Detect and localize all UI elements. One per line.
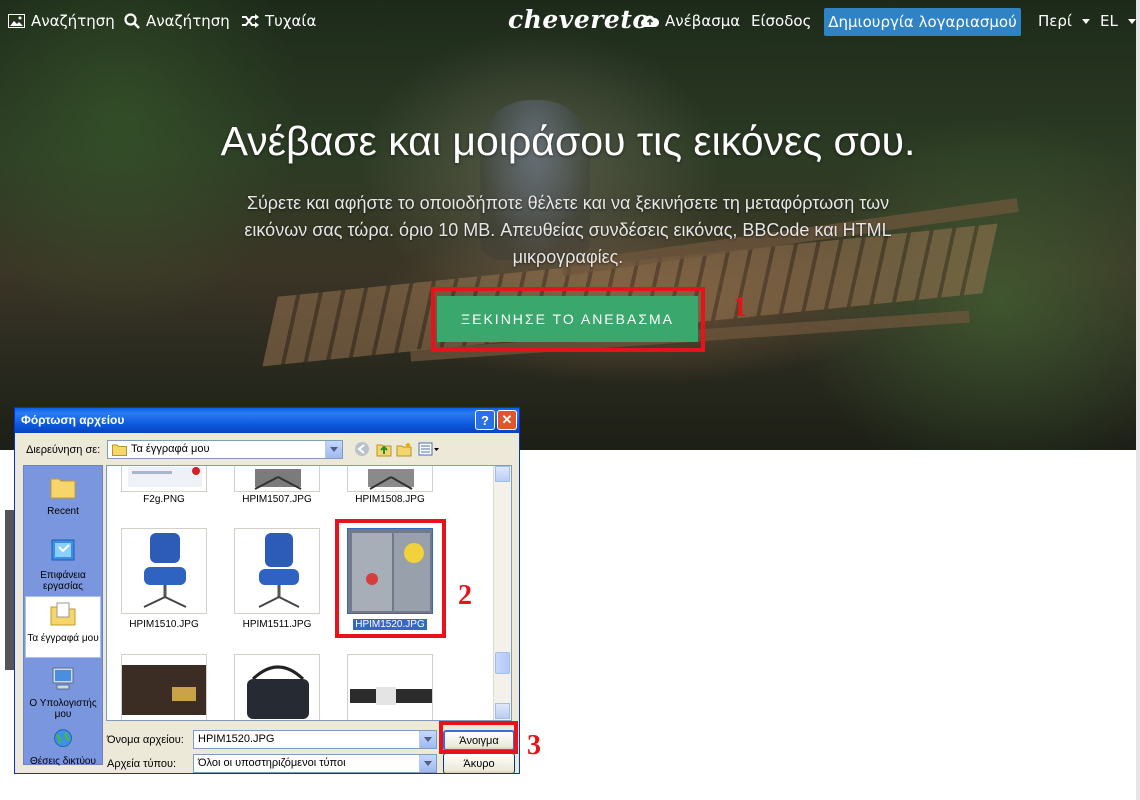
file-thumb[interactable]	[121, 466, 207, 492]
annotation-box-1	[431, 287, 705, 352]
annotation-box-3	[439, 721, 518, 754]
computer-icon	[52, 667, 74, 690]
nav-login-link[interactable]: Είσοδος	[751, 12, 811, 30]
up-folder-icon[interactable]	[376, 441, 392, 457]
dropdown-arrow-icon[interactable]	[325, 441, 342, 458]
file-name[interactable]: HPIM1508.JPG	[340, 494, 440, 505]
file-list: F2g.PNG HPIM1507.JPG HPIM1508.JPG HPIM15…	[106, 465, 512, 721]
filetype-label: Αρχεία τύπου:	[107, 758, 177, 770]
scroll-down-icon[interactable]	[495, 703, 510, 719]
file-thumbnail-image	[128, 467, 202, 487]
nav-random-link[interactable]: Τυχαία	[241, 12, 316, 30]
nav-search-label: Αναζήτηση	[146, 12, 230, 30]
place-network[interactable]: Θέσεις δικτύου	[25, 728, 101, 767]
file-thumbnail-image	[258, 533, 300, 608]
look-in-label: Διερεύνηση σε:	[26, 444, 101, 456]
hero-subtitle: Σύρετε και αφήστε το οποιοδήποτε θέλετε …	[244, 193, 892, 267]
recent-folder-icon	[50, 478, 76, 499]
desktop-icon	[51, 539, 75, 561]
shuffle-icon	[242, 14, 259, 28]
dropdown-arrow-icon[interactable]	[419, 731, 436, 748]
place-label: Ο Υπολογιστής μου	[29, 698, 97, 720]
site-logo[interactable]: chevereto	[508, 5, 650, 34]
close-button[interactable]: ✕	[497, 410, 517, 430]
folder-icon	[112, 444, 127, 456]
file-thumb[interactable]	[234, 528, 320, 614]
file-thumbnail-image	[122, 665, 206, 715]
cancel-button[interactable]: Άκυρο	[443, 753, 515, 774]
filetype-dropdown[interactable]: Όλοι οι υποστηριζόμενοι τύποι	[193, 754, 437, 773]
new-folder-icon[interactable]	[396, 441, 412, 457]
file-thumbnail-image	[247, 665, 309, 719]
filename-label: Όνομα αρχείου:	[107, 734, 184, 746]
nav-login-label: Είσοδος	[751, 12, 812, 30]
file-thumb[interactable]	[234, 466, 320, 492]
scroll-up-icon[interactable]	[495, 466, 510, 482]
caret-down-icon	[1127, 18, 1136, 24]
top-navbar: Αναζήτηση Αναζήτηση Τυχαία chevereto Ανέ…	[0, 0, 1136, 44]
annotation-box-2	[335, 519, 446, 638]
file-thumbnail-image	[350, 687, 432, 705]
filetype-value: Όλοι οι υποστηριζόμενοι τύποι	[198, 757, 346, 769]
place-label: Επιφάνεια εργασίας	[40, 570, 86, 592]
search-icon	[124, 13, 140, 29]
file-name[interactable]: HPIM1507.JPG	[227, 494, 327, 505]
file-name[interactable]: HPIM1510.JPG	[114, 619, 214, 630]
file-thumb[interactable]	[121, 528, 207, 614]
place-label: Recent	[47, 506, 79, 517]
network-globe-icon	[54, 729, 72, 748]
nav-language-label: EL	[1100, 12, 1118, 30]
file-thumbnail-image	[368, 469, 414, 490]
file-thumbnail-image	[254, 469, 302, 490]
caret-down-icon	[1081, 18, 1090, 24]
nav-search-link[interactable]: Αναζήτηση	[124, 12, 230, 30]
file-list-scrollbar[interactable]	[493, 466, 511, 720]
file-thumb[interactable]	[347, 654, 433, 720]
annotation-number-3: 3	[527, 730, 541, 761]
background-image-edge	[5, 510, 14, 670]
annotation-number-2: 2	[458, 580, 472, 611]
nav-about-dropdown[interactable]: Περί	[1038, 12, 1090, 30]
file-name[interactable]: F2g.PNG	[114, 494, 214, 505]
cloud-upload-icon	[641, 15, 659, 27]
filename-value: HPIM1520.JPG	[198, 733, 275, 745]
file-thumbnail-image	[143, 533, 187, 608]
nav-images-link[interactable]: Αναζήτηση	[8, 12, 115, 30]
hero-title: Ανέβασε και μοιράσου τις εικόνες σου.	[220, 118, 916, 164]
filename-input[interactable]: HPIM1520.JPG	[193, 730, 437, 749]
dialog-title: Φόρτωση αρχείου	[21, 413, 125, 427]
scrollbar-thumb[interactable]	[495, 652, 510, 674]
places-bar: Recent Επιφάνεια εργασίας Τα έγγραφά μου…	[23, 465, 103, 767]
back-icon[interactable]	[354, 441, 370, 457]
nav-random-label: Τυχαία	[265, 12, 317, 30]
nav-upload-label: Ανέβασμα	[665, 12, 741, 30]
page-scrollbar[interactable]	[1136, 0, 1140, 800]
dialog-titlebar[interactable]: Φόρτωση αρχείου ? ✕	[15, 408, 519, 433]
file-thumb[interactable]	[234, 654, 320, 720]
file-thumb[interactable]	[121, 654, 207, 720]
image-icon	[8, 14, 25, 28]
view-menu-icon[interactable]	[418, 441, 440, 457]
nav-upload-link[interactable]: Ανέβασμα	[641, 12, 740, 30]
place-my-computer[interactable]: Ο Υπολογιστής μου	[25, 666, 101, 721]
annotation-number-1: 1	[733, 292, 747, 323]
signup-button[interactable]: Δημιουργία λογαριασμού	[824, 8, 1021, 36]
nav-images-label: Αναζήτηση	[31, 12, 115, 30]
dropdown-arrow-icon[interactable]	[419, 755, 436, 772]
place-label: Θέσεις δικτύου	[30, 756, 96, 767]
nav-language-dropdown[interactable]: EL	[1100, 12, 1136, 30]
place-label: Τα έγγραφά μου	[27, 633, 99, 644]
look-in-value: Τα έγγραφά μου	[131, 443, 210, 455]
file-name[interactable]: HPIM1511.JPG	[227, 619, 327, 630]
documents-folder-icon	[50, 602, 76, 626]
place-recent[interactable]: Recent	[25, 474, 101, 524]
place-desktop[interactable]: Επιφάνεια εργασίας	[25, 538, 101, 593]
nav-about-label: Περί	[1038, 12, 1072, 30]
file-thumb[interactable]	[347, 466, 433, 492]
hero-section: Αναζήτηση Αναζήτηση Τυχαία chevereto Ανέ…	[0, 0, 1136, 450]
look-in-dropdown[interactable]: Τα έγγραφά μου	[107, 440, 343, 459]
help-button[interactable]: ?	[475, 410, 495, 430]
place-my-documents[interactable]: Τα έγγραφά μου	[25, 596, 101, 658]
